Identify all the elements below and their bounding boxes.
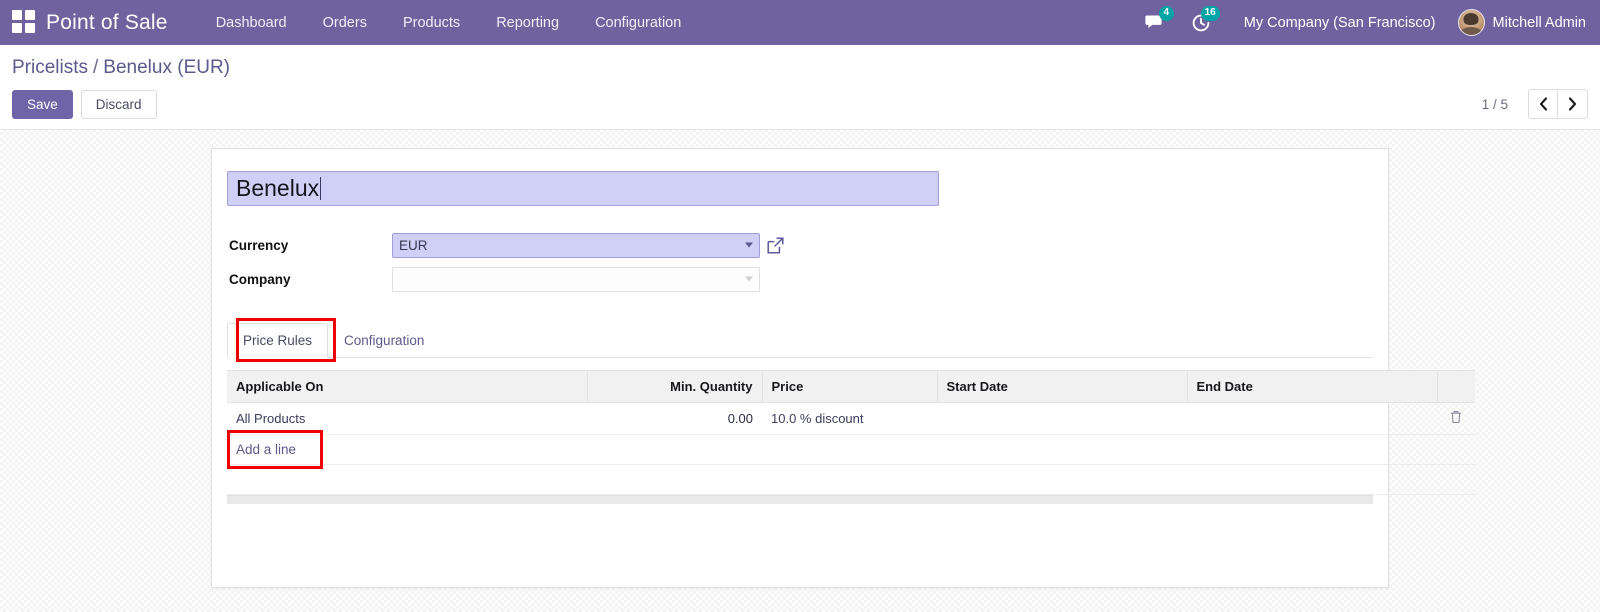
- column-header-price[interactable]: Price: [762, 370, 938, 403]
- chevron-right-icon: [1568, 97, 1577, 111]
- control-panel: Pricelists / Benelux (EUR) Save Discard …: [0, 45, 1600, 130]
- currency-label: Currency: [229, 237, 289, 253]
- app-brand-title[interactable]: Point of Sale: [46, 11, 168, 35]
- price-rules-list: Applicable On Min. Quantity Price Start …: [227, 370, 1475, 504]
- menu-item-products[interactable]: Products: [385, 9, 478, 37]
- menu-item-reporting[interactable]: Reporting: [478, 9, 577, 37]
- form-column-left: Currency EUR Company: [227, 228, 784, 296]
- activities-menu[interactable]: 16: [1178, 0, 1224, 45]
- cell-start-date[interactable]: [937, 402, 1187, 435]
- cell-applicable-on[interactable]: All Products: [227, 402, 587, 435]
- table-header: Applicable On Min. Quantity Price Start …: [227, 370, 1475, 403]
- add-line-cell: Add a line: [227, 430, 1475, 469]
- form-sheet: Benelux Currency EUR Company Price Rules…: [211, 148, 1475, 588]
- user-name-label: Mitchell Admin: [1492, 14, 1586, 31]
- pager-previous-button[interactable]: [1528, 89, 1558, 119]
- cell-min-quantity[interactable]: 0.00: [587, 402, 762, 435]
- main-menu: Dashboard Orders Products Reporting Conf…: [198, 9, 700, 37]
- breadcrumb: Pricelists / Benelux (EUR): [12, 45, 1588, 81]
- menu-item-orders[interactable]: Orders: [305, 9, 385, 37]
- cell-end-date[interactable]: [1187, 402, 1437, 435]
- company-input[interactable]: [392, 266, 760, 292]
- avatar: [1457, 9, 1485, 36]
- column-header-actions: [1437, 370, 1475, 403]
- currency-value: EUR: [399, 237, 428, 253]
- company-control: [392, 266, 760, 292]
- column-header-min-quantity[interactable]: Min. Quantity: [587, 370, 763, 403]
- pricelist-name-value: Benelux: [236, 175, 320, 201]
- form-inner-group: Currency EUR Company: [227, 228, 1373, 296]
- field-row-currency: Currency EUR: [227, 228, 784, 262]
- apps-grid-square: [25, 9, 35, 20]
- table-row-add-line: Add a line: [227, 430, 1475, 469]
- chevron-down-icon: [745, 276, 753, 282]
- menu-item-configuration[interactable]: Configuration: [577, 9, 699, 37]
- notebook: Price Rules Configuration Applicable On …: [227, 318, 1475, 504]
- add-a-line-button[interactable]: Add a line: [236, 442, 296, 457]
- currency-external-link-button[interactable]: [767, 236, 784, 254]
- form-view-container: Benelux Currency EUR Company Price Rules…: [0, 130, 1600, 588]
- save-button[interactable]: Save: [12, 89, 73, 119]
- tab-price-rules[interactable]: Price Rules: [227, 323, 329, 358]
- field-row-company: Company: [227, 262, 784, 296]
- messages-menu[interactable]: 4: [1132, 0, 1178, 45]
- pager-counter: 1 / 5: [1481, 96, 1508, 112]
- apps-grid-square: [12, 9, 22, 20]
- table-row-empty: [227, 464, 1475, 495]
- pager-buttons: [1528, 89, 1588, 119]
- control-panel-buttons: Save Discard 1 / 5: [12, 81, 1588, 129]
- table-body: All Products 0.00 10.0 % discount Add a …: [227, 402, 1475, 495]
- table-header-row: Applicable On Min. Quantity Price Start …: [227, 370, 1475, 403]
- activities-count-badge: 16: [1200, 6, 1220, 21]
- tab-configuration[interactable]: Configuration: [328, 323, 440, 358]
- messages-count-badge: 4: [1158, 6, 1174, 21]
- chevron-down-icon: [745, 242, 753, 248]
- table-row[interactable]: All Products 0.00 10.0 % discount: [227, 402, 1475, 435]
- external-link-icon: [767, 236, 784, 254]
- column-header-start-date[interactable]: Start Date: [937, 370, 1188, 403]
- pricelist-name-input[interactable]: Benelux: [227, 171, 939, 206]
- navbar-systray: 4 16 My Company (San Francisco) Mitchell…: [1132, 0, 1586, 45]
- column-header-applicable-on[interactable]: Applicable On: [227, 370, 588, 403]
- pager-next-button[interactable]: [1558, 89, 1588, 119]
- company-label: Company: [229, 271, 291, 287]
- currency-input[interactable]: EUR: [392, 232, 760, 258]
- breadcrumb-current-record: Benelux (EUR): [103, 57, 231, 78]
- chevron-left-icon: [1539, 97, 1547, 111]
- apps-grid-icon[interactable]: [12, 9, 38, 36]
- apps-grid-square: [12, 22, 22, 33]
- user-menu[interactable]: Mitchell Admin: [1452, 9, 1586, 36]
- discard-button[interactable]: Discard: [80, 89, 157, 119]
- company-switcher[interactable]: My Company (San Francisco): [1224, 15, 1452, 31]
- top-navbar: Point of Sale Dashboard Orders Products …: [0, 0, 1600, 45]
- column-header-end-date[interactable]: End Date: [1187, 370, 1438, 403]
- list-footer-bar: [227, 495, 1373, 504]
- menu-item-dashboard[interactable]: Dashboard: [198, 9, 305, 37]
- trash-icon: [1451, 411, 1461, 424]
- delete-row-button[interactable]: [1437, 402, 1475, 435]
- notebook-tab-bar: Price Rules Configuration: [227, 318, 1373, 362]
- text-caret: [320, 177, 322, 200]
- record-pager: 1 / 5: [1482, 89, 1588, 119]
- apps-grid-square: [25, 22, 35, 33]
- breadcrumb-separator: /: [93, 57, 99, 78]
- cell-price[interactable]: 10.0 % discount: [762, 402, 937, 435]
- empty-cell: [227, 464, 1475, 495]
- currency-control: EUR: [392, 232, 784, 258]
- breadcrumb-parent-pricelists[interactable]: Pricelists: [12, 57, 88, 79]
- price-rules-table: Applicable On Min. Quantity Price Start …: [227, 370, 1475, 495]
